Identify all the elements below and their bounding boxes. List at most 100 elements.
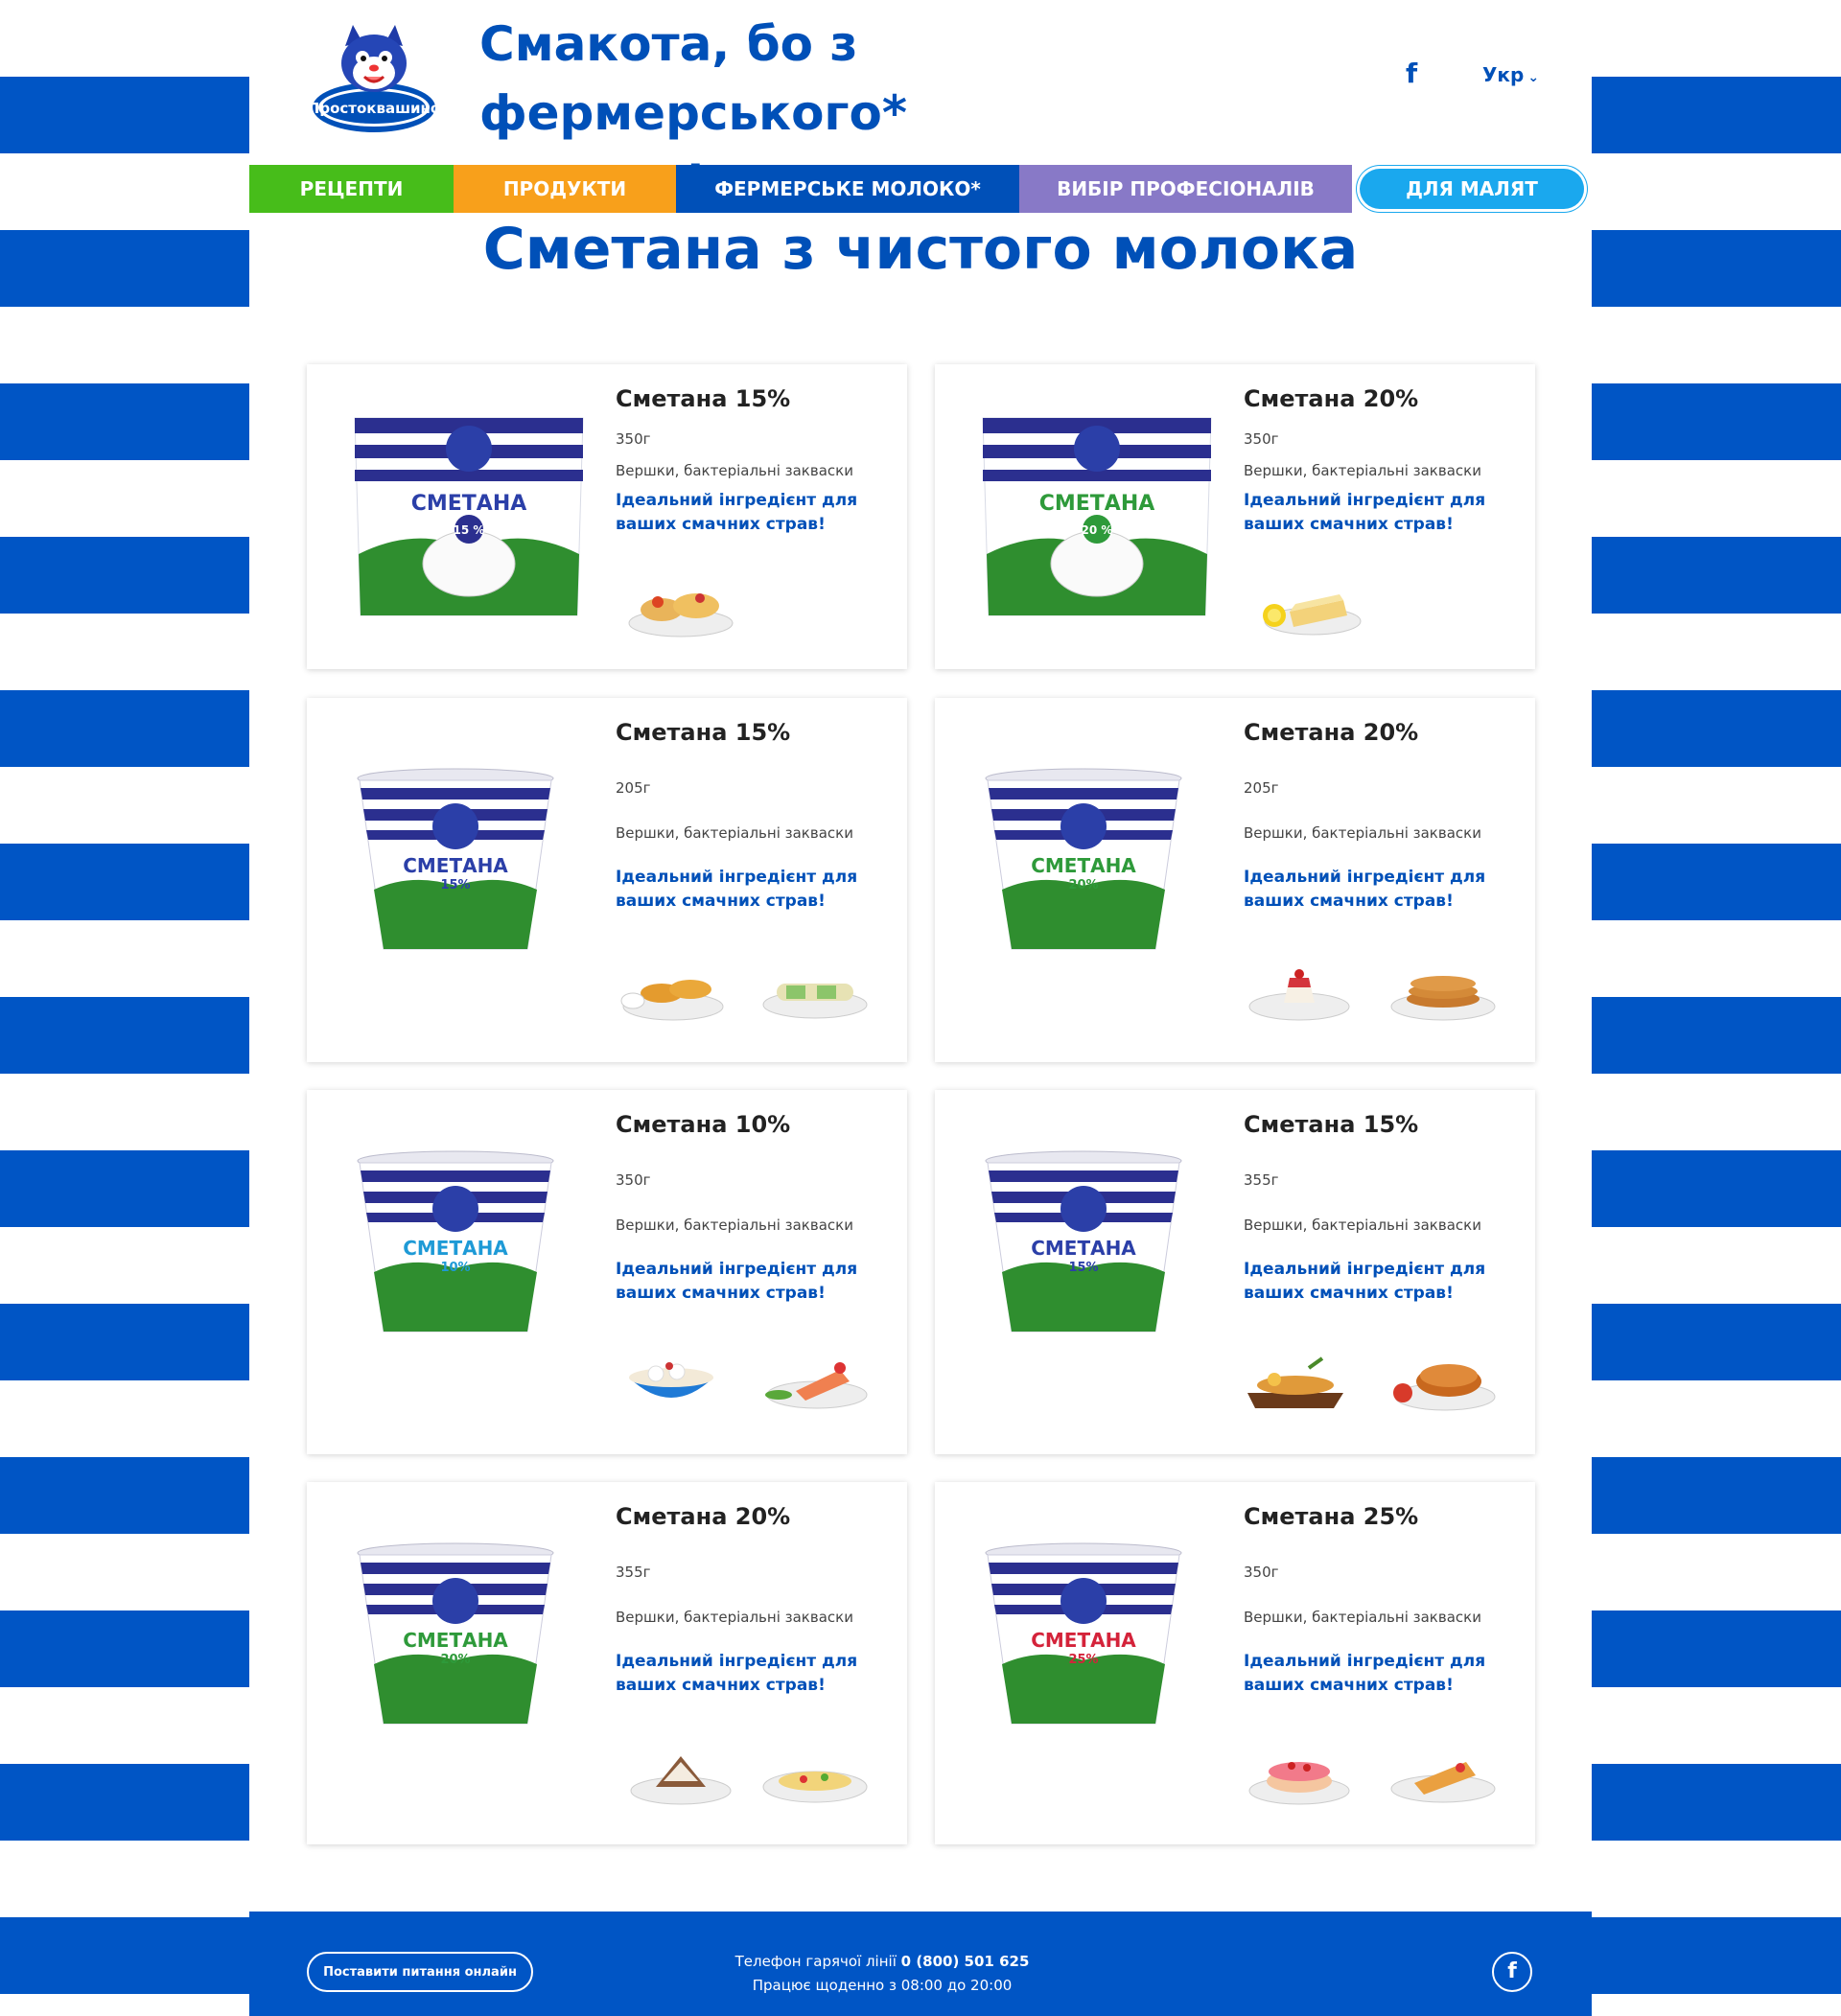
main-nav: РЕЦЕПТИ ПРОДУКТИ ФЕРМЕРСЬКЕ МОЛОКО* ВИБІ… (249, 165, 1592, 213)
product-ingredients: Вершки, бактеріальні закваски (1244, 1609, 1481, 1626)
pack-label: СМЕТАНА (403, 1237, 508, 1260)
product-weight: 205г (1244, 779, 1279, 797)
nav-item-farm-milk[interactable]: ФЕРМЕРСЬКЕ МОЛОКО* (676, 165, 1019, 213)
pack-fat: 15% (1068, 1261, 1098, 1275)
product-slogan: Ідеальний інгредієнт для ваших смачних с… (1244, 1652, 1486, 1695)
product-name[interactable]: Сметана 20% (616, 1503, 790, 1530)
product-ingredients: Вершки, бактеріальні закваски (616, 1609, 853, 1626)
product-ingredients: Вершки, бактеріальні закваски (1244, 824, 1481, 842)
product-pouch-image[interactable]: СМЕТАНА 15 % (349, 410, 589, 627)
apple-pie-icon[interactable] (1386, 1349, 1501, 1416)
fritters-icon[interactable] (614, 959, 729, 1026)
berry-cake-icon[interactable] (1242, 1743, 1357, 1810)
dumplings-icon[interactable] (614, 1349, 729, 1416)
product-weight: 350г (616, 1171, 651, 1189)
product-ingredients: Вершки, бактеріальні закваски (1244, 1217, 1481, 1234)
product-weight: 350г (616, 430, 651, 448)
product-name[interactable]: Сметана 15% (616, 385, 790, 412)
pack-label: СМЕТАНА (1031, 1237, 1136, 1260)
product-cup-image[interactable]: СМЕТАНА 20% (355, 1541, 556, 1737)
nav-item-products[interactable]: ПРОДУКТИ (454, 165, 676, 213)
site-footer: Поставити питання онлайн Телефон гарячої… (249, 1912, 1592, 2016)
product-slogan: Ідеальний інгредієнт для ваших смачних с… (616, 491, 858, 534)
lemon-cake-icon[interactable] (1251, 573, 1366, 640)
pack-label: СМЕТАНА (403, 1629, 508, 1652)
pack-fat: 15 % (454, 523, 485, 537)
pack-fat: 15% (440, 878, 470, 892)
product-ingredients: Вершки, бактеріальні закваски (616, 462, 853, 479)
panna-cotta-icon[interactable] (1242, 959, 1357, 1026)
pack-fat: 25% (1068, 1653, 1098, 1667)
language-label: Укр (1482, 63, 1525, 86)
pack-label: СМЕТАНА (1031, 1629, 1136, 1652)
product-slogan: Ідеальний інгредієнт для ваших смачних с… (616, 868, 858, 911)
hotline-info: Телефон гарячої лінії 0 (800) 501 625 Пр… (633, 1950, 1131, 1998)
product-cup-image[interactable]: СМЕТАНА 15% (983, 1149, 1184, 1345)
pancake-rolls-icon[interactable] (623, 573, 738, 640)
product-ingredients: Вершки, бактеріальні закваски (1244, 462, 1481, 479)
hotline-label: Телефон гарячої лінії (734, 1953, 897, 1970)
stuffed-crepes-icon[interactable] (1386, 1743, 1501, 1810)
product-slogan: Ідеальний інгредієнт для ваших смачних с… (616, 1260, 858, 1303)
product-card[interactable]: СМЕТАНА 15 % Сметана 15% 350г Вершки, ба… (307, 364, 907, 669)
product-weight: 350г (1244, 1564, 1279, 1581)
ask-question-button[interactable]: Поставити питання онлайн (307, 1952, 533, 1992)
page-title: Сметана з чистого молока (482, 216, 1359, 283)
facebook-icon[interactable]: f (1406, 58, 1417, 89)
page-container: Простоквашино Смакота, бо з фермерського… (249, 0, 1592, 2016)
product-ingredients: Вершки, бактеріальні закваски (616, 1217, 853, 1234)
product-name[interactable]: Сметана 15% (616, 719, 790, 746)
product-card[interactable]: СМЕТАНА 25% Сметана 25% 350г Вершки, бак… (935, 1482, 1535, 1844)
product-cup-image[interactable]: СМЕТАНА 20% (983, 767, 1184, 962)
product-card[interactable]: СМЕТАНА 15% Сметана 15% 205г Вершки, бак… (307, 698, 907, 1062)
product-cup-image[interactable]: СМЕТАНА 15% (355, 767, 556, 962)
pack-fat: 10% (440, 1261, 470, 1275)
product-card[interactable]: СМЕТАНА 10% Сметана 10% 350г Вершки, бак… (307, 1090, 907, 1454)
nav-item-kids[interactable]: ДЛЯ МАЛЯТ (1360, 169, 1584, 209)
chevron-down-icon: ⌄ (1527, 70, 1540, 85)
product-weight: 355г (1244, 1171, 1279, 1189)
nav-item-recipes[interactable]: РЕЦЕПТИ (249, 165, 454, 213)
product-weight: 205г (616, 779, 651, 797)
pancakes-icon[interactable] (1386, 959, 1501, 1026)
product-slogan: Ідеальний інгредієнт для ваших смачних с… (1244, 868, 1486, 911)
pasta-icon[interactable] (757, 1743, 873, 1810)
product-slogan: Ідеальний інгредієнт для ваших смачних с… (616, 1652, 858, 1695)
pack-label: СМЕТАНА (411, 492, 527, 516)
product-card[interactable]: СМЕТАНА 15% Сметана 15% 355г Вершки, бак… (935, 1090, 1535, 1454)
product-name[interactable]: Сметана 20% (1244, 385, 1418, 412)
nav-item-professionals[interactable]: ВИБІР ПРОФЕСІОНАЛІВ (1019, 165, 1352, 213)
product-weight: 350г (1244, 430, 1279, 448)
product-weight: 355г (616, 1564, 651, 1581)
product-cup-image[interactable]: СМЕТАНА 25% (983, 1541, 1184, 1737)
pack-label: СМЕТАНА (1039, 492, 1155, 516)
facebook-icon[interactable]: f (1492, 1952, 1532, 1992)
salmon-icon[interactable] (757, 1349, 873, 1416)
product-slogan: Ідеальний інгредієнт для ваших смачних с… (1244, 1260, 1486, 1303)
product-name[interactable]: Сметана 10% (616, 1111, 790, 1138)
pack-fat: 20% (1068, 878, 1098, 892)
hotline-hours: Працює щоденно з 08:00 до 20:00 (752, 1977, 1013, 1994)
product-card[interactable]: СМЕТАНА 20% Сметана 20% 355г Вершки, бак… (307, 1482, 907, 1844)
baked-fish-icon[interactable] (1242, 1349, 1357, 1416)
pack-label: СМЕТАНА (1031, 854, 1136, 877)
brand-logo[interactable]: Простоквашино (307, 17, 441, 138)
pack-fat: 20 % (1082, 523, 1113, 537)
hotline-number[interactable]: 0 (800) 501 625 (901, 1953, 1030, 1970)
product-card[interactable]: СМЕТАНА 20% Сметана 20% 205г Вершки, бак… (935, 698, 1535, 1062)
pack-label: СМЕТАНА (403, 854, 508, 877)
meringue-cake-icon[interactable] (623, 1743, 738, 1810)
logo-text: Простоквашино (308, 100, 440, 117)
product-slogan: Ідеальний інгредієнт для ваших смачних с… (1244, 491, 1486, 534)
product-name[interactable]: Сметана 15% (1244, 1111, 1418, 1138)
product-cup-image[interactable]: СМЕТАНА 10% (355, 1149, 556, 1345)
headline-line-1: Смакота, бо з фермерського* (479, 16, 908, 141)
rolls-icon[interactable] (757, 959, 873, 1026)
product-name[interactable]: Сметана 25% (1244, 1503, 1418, 1530)
pack-fat: 20% (440, 1653, 470, 1667)
product-pouch-image[interactable]: СМЕТАНА 20 % (977, 410, 1217, 627)
product-name[interactable]: Сметана 20% (1244, 719, 1418, 746)
product-ingredients: Вершки, бактеріальні закваски (616, 824, 853, 842)
language-selector[interactable]: Укр ⌄ (1482, 63, 1539, 86)
product-card[interactable]: СМЕТАНА 20 % Сметана 20% 350г Вершки, ба… (935, 364, 1535, 669)
